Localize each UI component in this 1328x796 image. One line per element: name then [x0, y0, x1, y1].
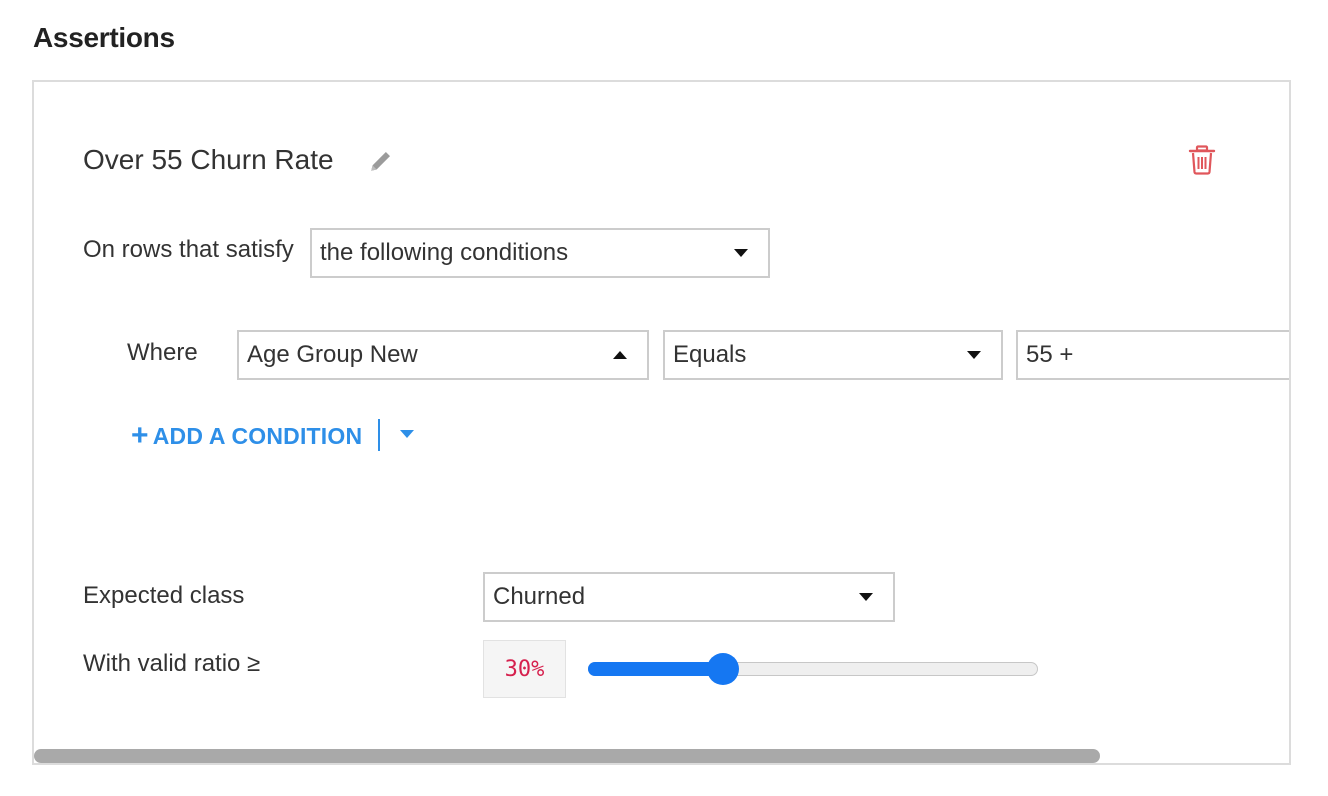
split-button-divider	[378, 419, 380, 451]
condition-value-input[interactable]: 55 +	[1016, 330, 1289, 380]
chevron-down-icon	[734, 249, 748, 257]
horizontal-scrollbar[interactable]	[34, 749, 1100, 763]
valid-ratio-label: With valid ratio ≥	[83, 650, 261, 677]
where-label: Where	[127, 339, 198, 366]
add-condition-button[interactable]: + ADD A CONDITION	[131, 418, 362, 454]
section-title: Assertions	[33, 22, 175, 53]
chevron-up-icon	[613, 351, 627, 359]
pencil-icon[interactable]	[368, 148, 394, 174]
add-condition-menu-chevron-icon[interactable]	[400, 430, 414, 438]
rows-satisfy-label: On rows that satisfy	[83, 236, 294, 263]
chevron-down-icon	[859, 593, 873, 601]
slider-thumb[interactable]	[707, 653, 739, 685]
assertion-name: Over 55 Churn Rate	[83, 144, 334, 175]
expected-class-label: Expected class	[83, 582, 245, 609]
condition-operator-select[interactable]: Equals	[663, 330, 1003, 380]
assertion-panel: Over 55 Churn Rate On rows that satisfy …	[32, 80, 1291, 765]
slider-fill	[588, 662, 723, 676]
add-condition-label: ADD A CONDITION	[152, 422, 363, 449]
rows-filter-value: the following conditions	[320, 239, 569, 266]
plus-icon: +	[131, 419, 149, 452]
rows-filter-select[interactable]: the following conditions	[310, 228, 770, 278]
condition-column-value: Age Group New	[247, 341, 418, 368]
valid-ratio-slider[interactable]	[588, 653, 1038, 685]
expected-class-select[interactable]: Churned	[483, 572, 895, 622]
condition-operator-value: Equals	[673, 341, 747, 368]
valid-ratio-value: 30%	[483, 640, 566, 698]
condition-value-text: 55 +	[1026, 341, 1074, 368]
trash-icon[interactable]	[1188, 145, 1216, 175]
condition-column-select[interactable]: Age Group New	[237, 330, 649, 380]
expected-class-value: Churned	[493, 583, 586, 610]
chevron-down-icon	[967, 351, 981, 359]
